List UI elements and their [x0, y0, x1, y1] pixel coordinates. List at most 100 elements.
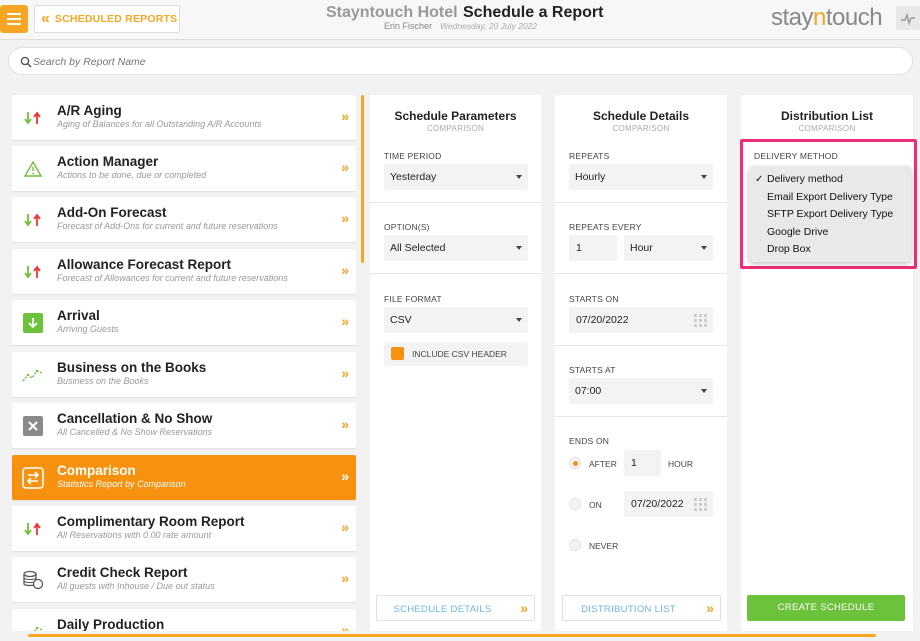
time-period-select[interactable]: Yesterday — [384, 164, 528, 190]
coins-icon — [22, 569, 44, 591]
starts-at-select[interactable]: 07:00 — [569, 378, 713, 404]
ends-on-label: ENDS ON — [569, 436, 610, 446]
report-title: Cancellation & No Show — [57, 411, 213, 426]
report-item[interactable]: Arrival Arriving Guests » — [12, 300, 356, 345]
delivery-method-option[interactable]: Google Drive — [749, 224, 911, 242]
report-title: Complimentary Room Report — [57, 514, 245, 529]
report-subtitle: All guests with Inhouse / Due out status — [57, 581, 215, 591]
file-format-label: FILE FORMAT — [384, 294, 442, 304]
report-item[interactable]: Comparison Statistics Report by Compariso… — [12, 455, 356, 500]
distribution-list-button[interactable]: DISTRIBUTION LIST » — [562, 595, 721, 621]
divider — [555, 202, 727, 203]
starts-on-label: STARTS ON — [569, 294, 619, 304]
report-title: Add-On Forecast — [57, 205, 167, 220]
options-value: All Selected — [390, 242, 446, 254]
double-chevron-right-icon: » — [341, 622, 349, 631]
repeats-every-label: REPEATS EVERY — [569, 222, 642, 232]
delivery-method-option-label: Google Drive — [767, 225, 829, 238]
delivery-method-option[interactable]: Drop Box — [749, 241, 911, 259]
starts-on-date-input[interactable]: 07/20/2022 — [569, 307, 713, 333]
user-name: Erin Fischer — [384, 21, 433, 31]
report-item[interactable]: Cancellation & No Show All Cancelled & No… — [12, 403, 356, 448]
repeats-value: Hourly — [575, 171, 606, 183]
report-title: Business on the Books — [57, 360, 207, 375]
delivery-method-option[interactable]: ✓ Delivery method — [749, 171, 911, 189]
starts-at-value: 07:00 — [575, 385, 602, 397]
schedule-details-panel: Schedule Details COMPARISON REPEATS Hour… — [555, 95, 727, 631]
trend-icon — [22, 621, 44, 631]
ends-on-date-radio[interactable] — [569, 498, 581, 510]
horizontal-scrollbar[interactable] — [28, 634, 876, 637]
trend-icon — [22, 364, 44, 386]
report-list-scrollbar[interactable] — [361, 95, 364, 263]
checkbox-checked-icon — [391, 347, 404, 360]
delivery-method-option[interactable]: SFTP Export Delivery Type — [749, 206, 911, 224]
arrival-icon — [22, 312, 44, 334]
distribution-list-subtitle: COMPARISON — [798, 124, 856, 133]
delivery-method-option[interactable]: Email Export Delivery Type — [749, 189, 911, 207]
arrows-up-down-icon — [22, 107, 44, 129]
business-date: Wednesday, 20 July 2022 — [440, 21, 538, 31]
double-chevron-right-icon: » — [341, 313, 349, 329]
report-subtitle: Arriving Guests — [57, 324, 119, 334]
double-chevron-right-icon: » — [341, 468, 349, 484]
file-format-select[interactable]: CSV — [384, 307, 528, 333]
double-chevron-right-icon: » — [341, 570, 349, 586]
schedule-details-subtitle: COMPARISON — [612, 124, 670, 133]
repeats-select[interactable]: Hourly — [569, 164, 713, 190]
calendar-icon[interactable] — [694, 498, 707, 511]
schedule-details-button[interactable]: SCHEDULE DETAILS » — [376, 595, 535, 621]
repeats-every-unit-select[interactable]: Hour — [624, 235, 713, 261]
on-label: ON — [589, 500, 602, 510]
report-item[interactable]: Credit Check Report All guests with Inhou… — [12, 557, 356, 602]
report-subtitle: Business on the Books — [57, 376, 149, 386]
search-input[interactable] — [33, 53, 533, 71]
double-chevron-right-icon: » — [341, 210, 349, 226]
repeats-every-input[interactable]: 1 — [569, 235, 617, 261]
report-list: A/R Aging Aging of Balances for all Outst… — [12, 95, 356, 631]
report-item[interactable]: A/R Aging Aging of Balances for all Outst… — [12, 95, 356, 140]
schedule-parameters-title: Schedule Parameters — [394, 109, 517, 123]
divider — [555, 416, 727, 417]
hamburger-menu-button[interactable] — [0, 5, 28, 33]
schedule-details-title: Schedule Details — [592, 109, 690, 123]
report-title: Action Manager — [57, 154, 159, 169]
report-item[interactable]: Action Manager Actions to be done, due or… — [12, 146, 356, 191]
ends-never-radio[interactable] — [569, 539, 581, 551]
checkmark-icon: ✓ — [755, 174, 764, 185]
back-to-scheduled-reports-button[interactable]: « SCHEDULED REPORTS — [34, 5, 180, 33]
caret-down-icon — [516, 318, 522, 322]
arrows-up-down-icon — [22, 209, 44, 231]
ends-after-count-input[interactable]: 1 — [624, 450, 661, 476]
report-search-bar[interactable] — [8, 47, 913, 75]
report-subtitle: Forecast of Allowances for current and f… — [57, 273, 288, 283]
report-item[interactable]: Complimentary Room Report All Reservation… — [12, 506, 356, 551]
double-chevron-right-icon: » — [341, 365, 349, 381]
ends-after-radio[interactable] — [569, 457, 581, 469]
caret-down-icon — [516, 175, 522, 179]
calendar-icon[interactable] — [694, 314, 707, 327]
cancel-icon — [22, 415, 44, 437]
options-select[interactable]: All Selected — [384, 235, 528, 261]
report-item[interactable]: Add-On Forecast Forecast of Add-Ons for c… — [12, 197, 356, 242]
ends-on-date-input[interactable]: 07/20/2022 — [624, 491, 713, 517]
report-item[interactable]: Daily Production » — [12, 609, 356, 631]
double-chevron-right-icon: » — [341, 262, 349, 278]
distribution-list-button-label: DISTRIBUTION LIST — [581, 604, 676, 615]
create-schedule-button[interactable]: CREATE SCHEDULE — [747, 595, 905, 621]
divider — [370, 202, 541, 203]
delivery-method-option-label: Drop Box — [767, 243, 811, 255]
delivery-method-dropdown[interactable]: ✓ Delivery method Email Export Delivery Ty… — [749, 166, 911, 262]
report-item[interactable]: Allowance Forecast Report Forecast of All… — [12, 249, 356, 294]
delivery-method-option-label: SFTP Export Delivery Type — [767, 208, 894, 220]
top-bar: « SCHEDULED REPORTS Stayntouch Hotel Sch… — [0, 0, 920, 40]
report-subtitle: Statistics Report by Comparison — [57, 479, 186, 489]
include-csv-header-checkbox[interactable]: INCLUDE CSV HEADER — [384, 342, 528, 366]
double-chevron-right-icon: » — [341, 108, 349, 124]
after-label: AFTER — [589, 459, 617, 469]
report-item[interactable]: Business on the Books Business on the Boo… — [12, 352, 356, 397]
pulse-icon[interactable] — [896, 6, 920, 30]
report-subtitle: Aging of Balances for all Outstanding A/… — [57, 119, 262, 129]
delivery-method-option-label: Email Export Delivery Type — [767, 190, 893, 203]
warning-icon — [22, 158, 44, 180]
